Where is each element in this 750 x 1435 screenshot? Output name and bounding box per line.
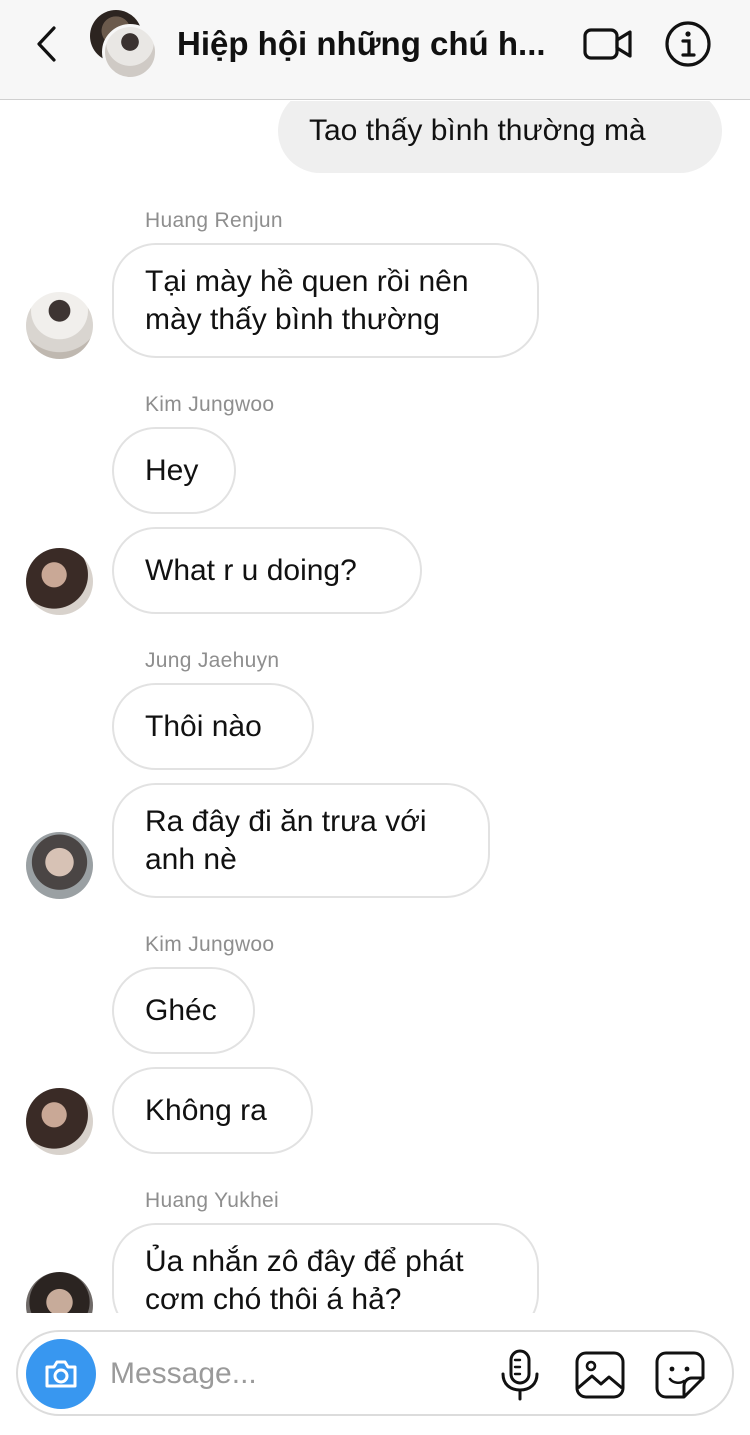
- sender-name: Kim Jungwoo: [145, 933, 275, 956]
- group-avatar[interactable]: [90, 10, 160, 80]
- video-camera-icon: [583, 28, 632, 60]
- message-text: Ủa nhắn zô đây để phát cơm chó thôi á hả…: [145, 1244, 464, 1314]
- gallery-button[interactable]: [574, 1350, 626, 1400]
- message-text: Tại mày hề quen rồi nên mày thấy bình th…: [145, 264, 469, 336]
- back-button[interactable]: [28, 22, 64, 66]
- avatar[interactable]: [26, 292, 93, 359]
- microphone-button[interactable]: [498, 1348, 542, 1402]
- incoming-message[interactable]: Hey: [112, 427, 236, 514]
- message-composer: [16, 1330, 734, 1416]
- sender-name: Kim Jungwoo: [145, 393, 275, 416]
- message-text: Không ra: [145, 1093, 267, 1127]
- message-text: Thôi nào: [145, 709, 262, 743]
- sender-name: Huang Renjun: [145, 209, 283, 232]
- incoming-message[interactable]: Không ra: [112, 1067, 313, 1154]
- incoming-message[interactable]: Ra đây đi ăn trưa với anh nè: [112, 783, 490, 898]
- message-input[interactable]: [110, 1348, 480, 1400]
- group-avatar-front: [102, 24, 158, 80]
- camera-button[interactable]: [26, 1339, 96, 1409]
- incoming-message[interactable]: Ghéc: [112, 967, 255, 1054]
- image-gallery-icon: [575, 1351, 625, 1399]
- avatar[interactable]: [26, 1088, 93, 1155]
- sticker-icon: [655, 1351, 705, 1399]
- outgoing-message[interactable]: Tao thấy bình thường mà: [278, 101, 722, 173]
- message-thread[interactable]: Tao thấy bình thường mà Huang Renjun Tại…: [0, 101, 750, 1313]
- video-call-button[interactable]: [582, 24, 634, 64]
- conversation-title[interactable]: Hiệp hội những chú h...: [177, 22, 567, 66]
- message-text: What r u doing?: [145, 553, 357, 587]
- incoming-message[interactable]: Ủa nhắn zô đây để phát cơm chó thôi á hả…: [112, 1223, 539, 1313]
- sender-name: Jung Jaehuyn: [145, 649, 280, 672]
- microphone-icon: [501, 1349, 539, 1401]
- avatar[interactable]: [26, 832, 93, 899]
- info-icon: [665, 21, 711, 67]
- sender-name: Huang Yukhei: [145, 1189, 279, 1212]
- sticker-button[interactable]: [654, 1350, 706, 1400]
- message-text: Ghéc: [145, 993, 217, 1027]
- incoming-message[interactable]: Thôi nào: [112, 683, 314, 770]
- chevron-left-icon: [37, 26, 56, 62]
- message-text: Tao thấy bình thường mà: [309, 114, 646, 147]
- avatar[interactable]: [26, 548, 93, 615]
- camera-icon: [45, 1360, 77, 1388]
- chat-header: Hiệp hội những chú h...: [0, 0, 750, 100]
- info-button[interactable]: [664, 20, 712, 68]
- avatar[interactable]: [26, 1272, 93, 1313]
- incoming-message[interactable]: Tại mày hề quen rồi nên mày thấy bình th…: [112, 243, 539, 358]
- incoming-message[interactable]: What r u doing?: [112, 527, 422, 614]
- message-text: Hey: [145, 453, 199, 487]
- message-text: Ra đây đi ăn trưa với anh nè: [145, 804, 427, 876]
